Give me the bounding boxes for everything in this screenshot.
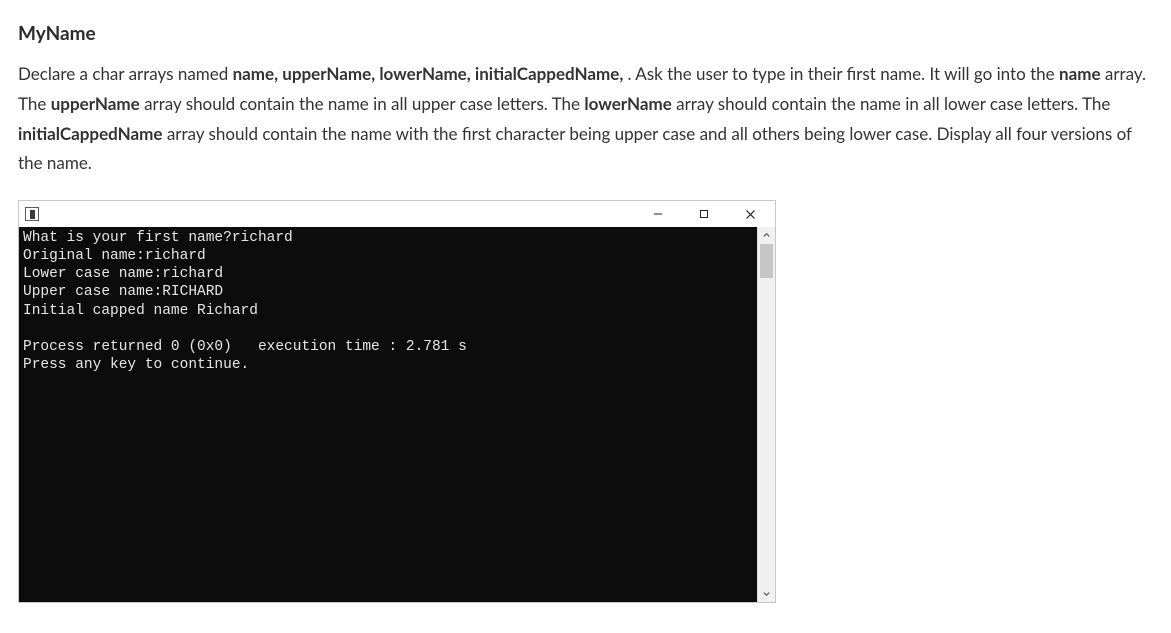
desc-bold-segment: lowerName xyxy=(584,93,671,114)
console-output: What is your first name?richard Original… xyxy=(19,227,757,602)
scroll-up-arrow[interactable] xyxy=(758,227,775,244)
desc-text-segment: array should contain the name in all low… xyxy=(672,93,1111,114)
scroll-down-arrow[interactable] xyxy=(758,585,775,602)
page-root: MyName Declare a char arrays named name,… xyxy=(0,0,1171,633)
assignment-title: MyName xyxy=(18,22,1153,45)
desc-bold-segment: initialCappedName xyxy=(18,123,163,144)
desc-bold-segment: name xyxy=(1059,63,1101,84)
scroll-thumb[interactable] xyxy=(760,244,773,278)
desc-text-segment: Declare a char arrays named xyxy=(18,63,233,84)
desc-bold-segment: upperName xyxy=(51,93,140,114)
window-controls xyxy=(635,201,773,227)
console-window: What is your first name?richard Original… xyxy=(18,200,776,603)
scroll-track[interactable] xyxy=(758,244,775,585)
desc-text-segment: array should contain the name with the f… xyxy=(18,123,1132,174)
app-icon xyxy=(25,207,39,221)
window-titlebar xyxy=(19,201,775,227)
minimize-button[interactable] xyxy=(635,201,681,227)
vertical-scrollbar[interactable] xyxy=(757,227,775,602)
desc-text-segment: . Ask the user to type in their first na… xyxy=(627,63,1059,84)
maximize-button[interactable] xyxy=(681,201,727,227)
titlebar-left xyxy=(25,207,45,221)
desc-text-segment: array should contain the name in all upp… xyxy=(140,93,585,114)
desc-bold-segment: name, upperName, lowerName, initialCappe… xyxy=(233,63,628,84)
close-button[interactable] xyxy=(727,201,773,227)
assignment-description: Declare a char arrays named name, upperN… xyxy=(18,59,1153,178)
